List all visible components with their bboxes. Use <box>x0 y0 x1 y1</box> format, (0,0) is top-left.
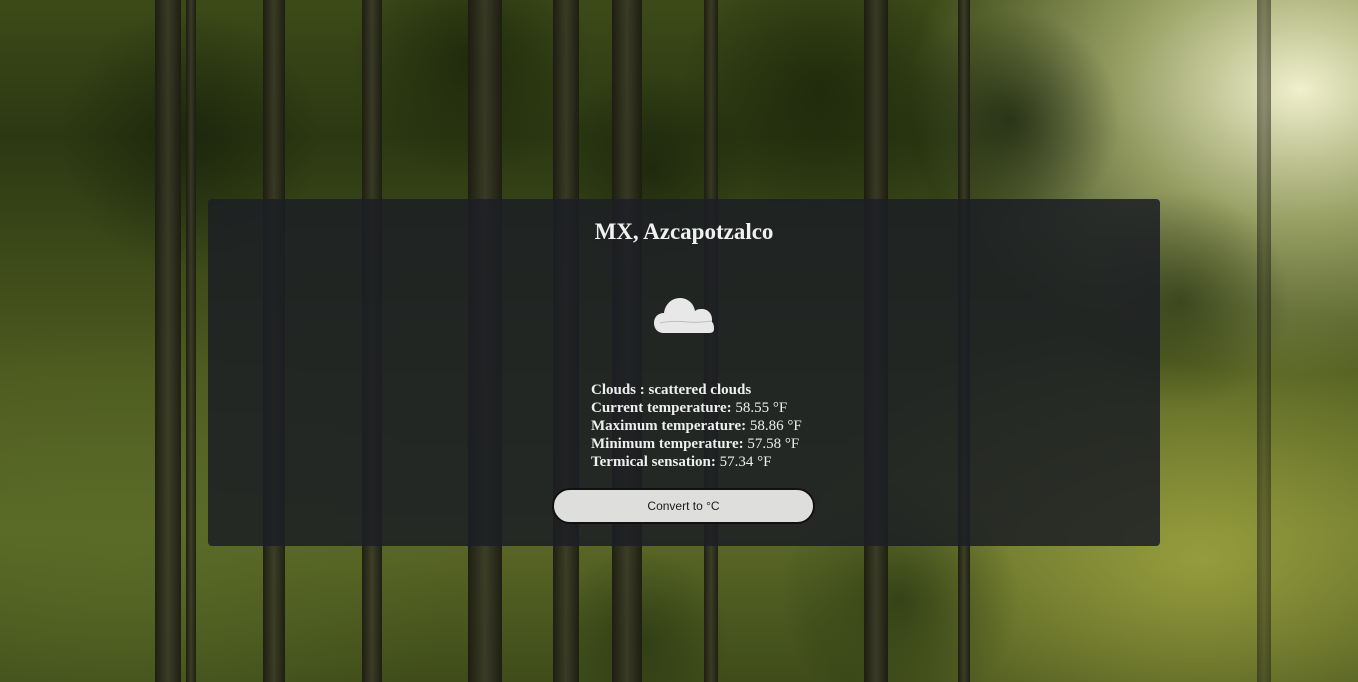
tree-trunk <box>1257 0 1271 682</box>
cloud-icon <box>654 298 714 333</box>
maximum-temperature-value: 58.86 °F <box>749 418 802 434</box>
thermal-sensation-row: Termical sensation: 57.34 °F <box>591 453 802 471</box>
weather-details: Clouds : scattered clouds Current temper… <box>591 381 802 471</box>
tree-trunk <box>186 0 196 682</box>
condition-value: scattered clouds <box>648 382 752 398</box>
condition-label: Clouds <box>591 382 637 398</box>
condition-separator: : <box>636 382 649 398</box>
current-temperature-row: Current temperature: 58.55 °F <box>591 399 802 417</box>
thermal-sensation-value: 57.34 °F <box>719 454 772 470</box>
condition-row: Clouds : scattered clouds <box>591 381 802 399</box>
current-temperature-value: 58.55 °F <box>735 400 788 416</box>
weather-card: MX, Azcapotzalco Clouds : scattered clou… <box>208 199 1160 546</box>
minimum-temperature-label: Minimum temperature: <box>591 436 744 452</box>
current-temperature-label: Current temperature: <box>591 400 732 416</box>
tree-trunk <box>155 0 181 682</box>
minimum-temperature-row: Minimum temperature: 57.58 °F <box>591 435 802 453</box>
convert-units-button[interactable]: Convert to °C <box>552 488 815 524</box>
maximum-temperature-row: Maximum temperature: 58.86 °F <box>591 417 802 435</box>
minimum-temperature-value: 57.58 °F <box>747 436 800 452</box>
thermal-sensation-label: Termical sensation: <box>591 454 716 470</box>
location-title: MX, Azcapotzalco <box>594 219 774 244</box>
maximum-temperature-label: Maximum temperature: <box>591 418 747 434</box>
